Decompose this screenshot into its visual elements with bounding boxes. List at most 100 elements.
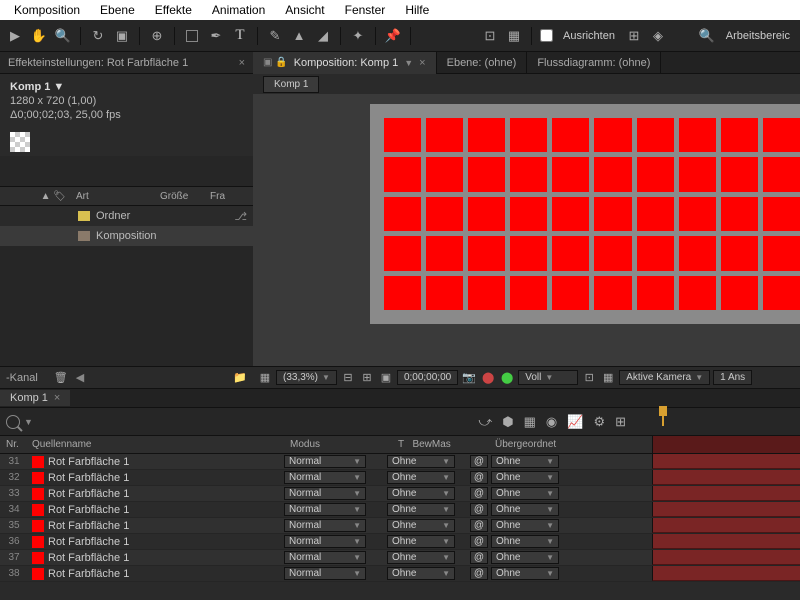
layer-color-icon[interactable] bbox=[32, 472, 44, 484]
mode-dropdown[interactable]: Normal▼ bbox=[284, 487, 366, 500]
col-fra[interactable]: Fra bbox=[210, 191, 240, 202]
camera-tool-icon[interactable]: ▣ bbox=[111, 25, 133, 47]
parent-pickwhip-icon[interactable]: @ bbox=[470, 503, 488, 516]
eraser-tool-icon[interactable]: ◢ bbox=[312, 25, 334, 47]
parent-pickwhip-icon[interactable]: @ bbox=[470, 567, 488, 580]
layer-name[interactable]: Rot Farbfläche 1 bbox=[48, 520, 284, 532]
layer-color-icon[interactable] bbox=[32, 552, 44, 564]
parent-pickwhip-icon[interactable]: @ bbox=[470, 455, 488, 468]
col-groesse[interactable]: Größe bbox=[160, 191, 210, 202]
parent-dropdown[interactable]: Ohne▼ bbox=[491, 503, 559, 516]
time-display[interactable]: 0;00;00;00 bbox=[397, 370, 458, 385]
layer-color-icon[interactable] bbox=[32, 568, 44, 580]
trash-icon[interactable]: 🗑 bbox=[54, 371, 68, 384]
parent-pickwhip-icon[interactable]: @ bbox=[470, 487, 488, 500]
tab-flussdiagramm[interactable]: Flussdiagramm: (ohne) bbox=[527, 52, 661, 74]
frame-blend-icon[interactable]: ▦ bbox=[524, 414, 536, 430]
brush-tool-icon[interactable]: ✎ bbox=[264, 25, 286, 47]
mode-dropdown[interactable]: Normal▼ bbox=[284, 503, 366, 516]
switch-icon[interactable]: ⊞ bbox=[615, 414, 626, 430]
menu-ebene[interactable]: Ebene bbox=[90, 1, 145, 19]
arrow-icon[interactable]: ◀ bbox=[76, 371, 84, 384]
tab-ebene[interactable]: Ebene: (ohne) bbox=[437, 52, 528, 74]
layer-name[interactable]: Rot Farbfläche 1 bbox=[48, 568, 284, 580]
search-icon[interactable] bbox=[6, 415, 20, 429]
zoom-tool-icon[interactable]: 🔍 bbox=[52, 25, 74, 47]
layer-bar[interactable] bbox=[652, 470, 800, 485]
layer-row[interactable]: 36Rot Farbfläche 1Normal▼Ohne▼@Ohne▼ bbox=[0, 534, 800, 550]
project-row-folder[interactable]: Ordner ⎇ bbox=[0, 206, 253, 226]
comp-name[interactable]: Komp 1 ▼ bbox=[10, 80, 243, 94]
layer-row[interactable]: 33Rot Farbfläche 1Normal▼Ohne▼@Ohne▼ bbox=[0, 486, 800, 502]
layer-name[interactable]: Rot Farbfläche 1 bbox=[48, 456, 284, 468]
mode-dropdown[interactable]: Normal▼ bbox=[284, 471, 366, 484]
col-modus[interactable]: Modus bbox=[290, 439, 398, 450]
trkmat-dropdown[interactable]: Ohne▼ bbox=[387, 551, 455, 564]
timeline-tab-komp1[interactable]: Komp 1× bbox=[0, 390, 70, 406]
layer-bar[interactable] bbox=[652, 566, 800, 581]
menu-effekte[interactable]: Effekte bbox=[145, 1, 202, 19]
ausrichten-checkbox[interactable] bbox=[540, 29, 553, 42]
exp-icon[interactable]: ⊡ bbox=[581, 371, 597, 384]
parent-pickwhip-icon[interactable]: @ bbox=[470, 551, 488, 564]
time-marker[interactable] bbox=[656, 406, 670, 424]
layer-bar[interactable] bbox=[652, 486, 800, 501]
chevron-down-icon[interactable]: ▼ bbox=[24, 417, 33, 427]
parent-dropdown[interactable]: Ohne▼ bbox=[491, 471, 559, 484]
snapshot-icon[interactable]: 📷 bbox=[461, 371, 477, 384]
menu-animation[interactable]: Animation bbox=[202, 1, 275, 19]
col-nr[interactable]: Nr. bbox=[0, 439, 28, 450]
parent-dropdown[interactable]: Ohne▼ bbox=[491, 519, 559, 532]
layer-color-icon[interactable] bbox=[32, 456, 44, 468]
snap-opt2-icon[interactable]: ◈ bbox=[647, 25, 669, 47]
pin-tool-icon[interactable]: 📌 bbox=[382, 25, 404, 47]
menu-fenster[interactable]: Fenster bbox=[335, 1, 396, 19]
text-tool-icon[interactable]: T bbox=[229, 25, 251, 47]
menu-komposition[interactable]: Komposition bbox=[4, 1, 90, 19]
parent-pickwhip-icon[interactable]: @ bbox=[470, 535, 488, 548]
tree-icon[interactable]: ⎇ bbox=[234, 210, 247, 223]
folder-button-icon[interactable]: 📁 bbox=[233, 371, 247, 384]
layer-row[interactable]: 35Rot Farbfläche 1Normal▼Ohne▼@Ohne▼ bbox=[0, 518, 800, 534]
trkmat-dropdown[interactable]: Ohne▼ bbox=[387, 471, 455, 484]
mode-dropdown[interactable]: Normal▼ bbox=[284, 519, 366, 532]
search-help-icon[interactable]: 🔍 bbox=[696, 25, 718, 47]
layer-bar[interactable] bbox=[652, 518, 800, 533]
pen-tool-icon[interactable]: ✒ bbox=[205, 25, 227, 47]
layer-row[interactable]: 38Rot Farbfläche 1Normal▼Ohne▼@Ohne▼ bbox=[0, 566, 800, 582]
layer-bar[interactable] bbox=[652, 550, 800, 565]
trkmat-dropdown[interactable]: Ohne▼ bbox=[387, 487, 455, 500]
parent-dropdown[interactable]: Ohne▼ bbox=[491, 535, 559, 548]
roto-tool-icon[interactable]: ✦ bbox=[347, 25, 369, 47]
res-icon[interactable]: ⊟ bbox=[340, 371, 356, 384]
snap-icon[interactable]: ⊡ bbox=[479, 25, 501, 47]
parent-pickwhip-icon[interactable]: @ bbox=[470, 519, 488, 532]
layer-bar[interactable] bbox=[652, 502, 800, 517]
layer-name[interactable]: Rot Farbfläche 1 bbox=[48, 472, 284, 484]
trkmat-dropdown[interactable]: Ohne▼ bbox=[387, 535, 455, 548]
anchor-tool-icon[interactable]: ⊕ bbox=[146, 25, 168, 47]
layer-color-icon[interactable] bbox=[32, 536, 44, 548]
mode-dropdown[interactable]: Normal▼ bbox=[284, 535, 366, 548]
trkmat-dropdown[interactable]: Ohne▼ bbox=[387, 503, 455, 516]
shy-icon[interactable]: ⤻ bbox=[478, 414, 492, 430]
grid-icon[interactable]: ▦ bbox=[257, 371, 273, 384]
parent-pickwhip-icon[interactable]: @ bbox=[470, 471, 488, 484]
menu-hilfe[interactable]: Hilfe bbox=[395, 1, 439, 19]
snap-opt-icon[interactable]: ⊞ bbox=[623, 25, 645, 47]
parent-dropdown[interactable]: Ohne▼ bbox=[491, 455, 559, 468]
graph-icon[interactable]: 📈 bbox=[567, 414, 583, 430]
layer-row[interactable]: 32Rot Farbfläche 1Normal▼Ohne▼@Ohne▼ bbox=[0, 470, 800, 486]
mode-dropdown[interactable]: Normal▼ bbox=[284, 567, 366, 580]
layer-name[interactable]: Rot Farbfläche 1 bbox=[48, 552, 284, 564]
close-icon[interactable]: × bbox=[419, 57, 425, 69]
trkmat-dropdown[interactable]: Ohne▼ bbox=[387, 519, 455, 532]
camera-dropdown[interactable]: Aktive Kamera▼ bbox=[619, 370, 710, 385]
trkmat-dropdown[interactable]: Ohne▼ bbox=[387, 455, 455, 468]
workspace-label[interactable]: Arbeitsbereic bbox=[726, 30, 790, 42]
layer-row[interactable]: 37Rot Farbfläche 1Normal▼Ohne▼@Ohne▼ bbox=[0, 550, 800, 566]
menu-ansicht[interactable]: Ansicht bbox=[275, 1, 334, 19]
col-quellenname[interactable]: Quellenname bbox=[28, 439, 290, 450]
col-art[interactable]: Art bbox=[70, 191, 160, 202]
composition-viewer[interactable] bbox=[253, 94, 800, 366]
